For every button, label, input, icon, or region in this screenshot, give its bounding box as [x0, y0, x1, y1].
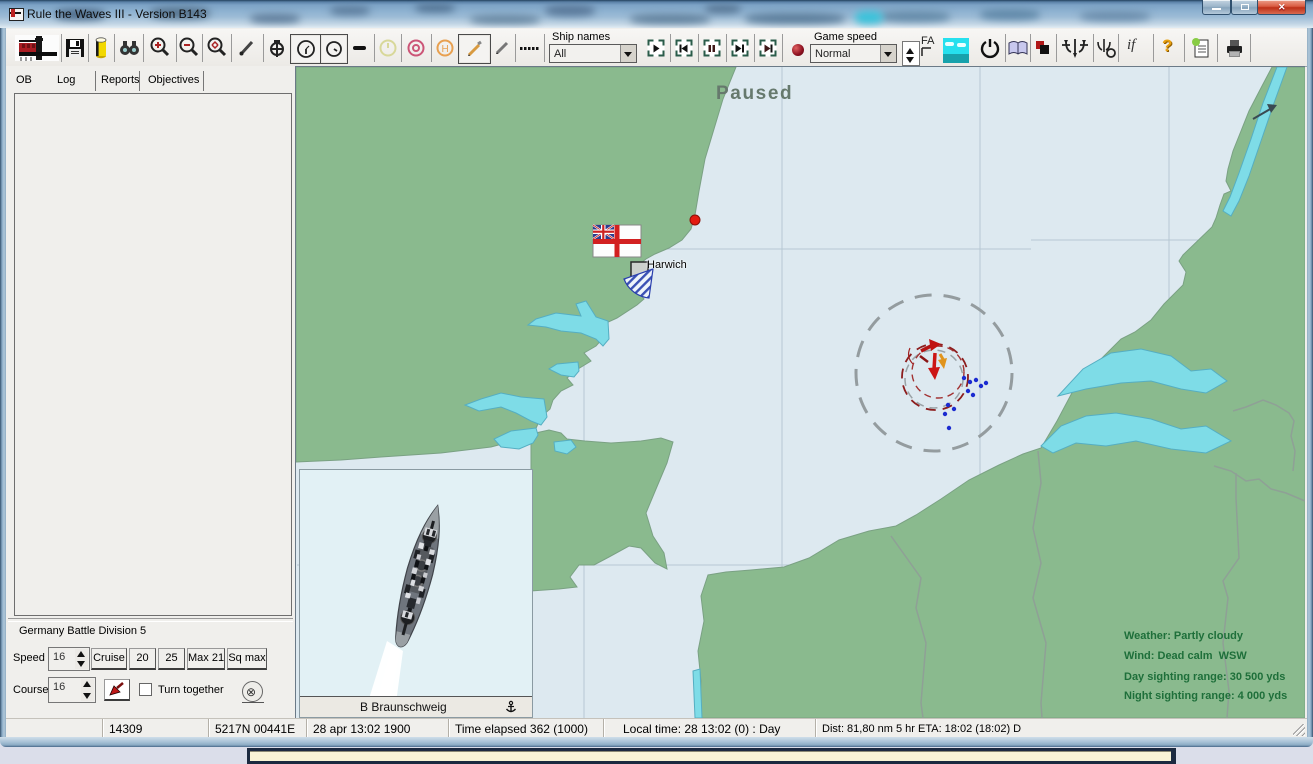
- svg-text:H: H: [441, 44, 448, 55]
